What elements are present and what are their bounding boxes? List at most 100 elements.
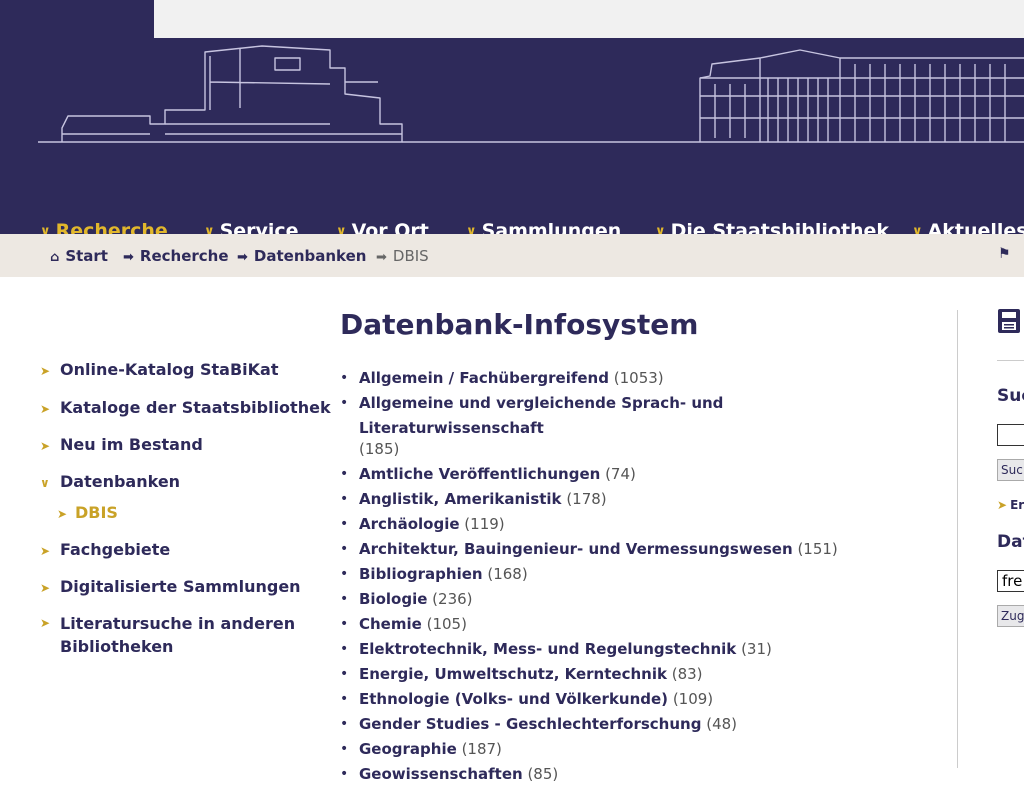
breadcrumb-label: DBIS <box>392 247 429 265</box>
breadcrumb-datenbanken[interactable]: ➡ Datenbanken <box>237 247 366 265</box>
sidebar-item-label: Fachgebiete <box>60 540 171 559</box>
chevron-right-icon: ➤ <box>40 581 51 595</box>
sidebar-item-label: Digitalisierte Sammlungen <box>60 577 301 596</box>
list-item: Allgemein / Fachübergreifend (1053) <box>340 366 900 391</box>
chevron-right-icon: ➤ <box>40 402 51 416</box>
subject-count: (187) <box>461 740 502 758</box>
chevron-down-icon: ∨ <box>655 224 666 234</box>
arrow-right-icon: ➡ <box>237 250 248 265</box>
sidebar-item-label: Datenbanken <box>60 472 181 491</box>
subject-link[interactable]: Anglistik, Amerikanistik <box>359 490 562 508</box>
sidebar-item-kataloge[interactable]: ➤ Kataloge der Staatsbibliothek <box>40 398 331 417</box>
extended-search-link[interactable]: ➤ Er <box>997 498 1024 512</box>
list-item: Allgemeine und vergleichende Sprach- und… <box>340 391 900 462</box>
building-illustration <box>38 45 1024 143</box>
chevron-down-icon: ∨ <box>912 224 923 234</box>
search-input[interactable] <box>997 424 1024 446</box>
sidebar-item-label: Neu im Bestand <box>60 435 203 454</box>
subject-count: (185) <box>359 440 400 458</box>
sidebar-subitem-label: DBIS <box>75 503 118 522</box>
subject-link[interactable]: Allgemein / Fachübergreifend <box>359 369 609 387</box>
breadcrumb-start[interactable]: ⌂ Start <box>50 247 108 265</box>
page-title: Datenbank-Infosystem <box>340 308 699 341</box>
list-item: Elektrotechnik, Mess- und Regelungstechn… <box>340 637 900 662</box>
subject-link[interactable]: Architektur, Bauingenieur- und Vermessun… <box>359 540 793 558</box>
search-button[interactable]: Suc <box>997 459 1024 481</box>
list-item: Amtliche Veröffentlichungen (74) <box>340 462 900 487</box>
sidebar-item-datenbanken[interactable]: ∨ Datenbanken <box>40 472 180 491</box>
subject-link[interactable]: Elektrotechnik, Mess- und Regelungstechn… <box>359 640 736 658</box>
sidebar-item-literatursuche[interactable]: ➤ Literatursuche in anderen Bibliotheken <box>40 612 310 658</box>
subject-link[interactable]: Archäologie <box>359 515 460 533</box>
subject-count: (168) <box>487 565 528 583</box>
sidebar-item-neu-im-bestand[interactable]: ➤ Neu im Bestand <box>40 435 203 454</box>
sidebar-item-online-katalog[interactable]: ➤ Online-Katalog StaBiKat <box>40 360 278 379</box>
subject-link[interactable]: Chemie <box>359 615 422 633</box>
nav-item-die-staatsbibliothek[interactable]: ∨ Die Staatsbibliothek <box>655 220 889 234</box>
breadcrumb-dbis: ➡ DBIS <box>376 247 429 265</box>
subject-link[interactable]: Gender Studies - Geschlechterforschung <box>359 715 701 733</box>
search-heading: Suc <box>997 386 1024 406</box>
subject-link[interactable]: Bibliographien <box>359 565 483 583</box>
breadcrumb-label: Start <box>65 247 108 265</box>
nav-item-recherche[interactable]: ∨ Recherche <box>40 220 168 234</box>
nav-item-label: Vor Ort <box>351 220 429 234</box>
nav-item-sammlungen[interactable]: ∨ Sammlungen <box>466 220 621 234</box>
list-item: Bibliographien (168) <box>340 562 900 587</box>
breadcrumb-label: Datenbanken <box>253 247 367 265</box>
subject-count: (236) <box>432 590 473 608</box>
subject-link[interactable]: Allgemeine und vergleichende Sprach- und… <box>359 394 723 437</box>
list-item: Geographie (187) <box>340 737 900 762</box>
list-item: Ethnologie (Volks- und Völkerkunde) (109… <box>340 687 900 712</box>
subject-link[interactable]: Energie, Umweltschutz, Kerntechnik <box>359 665 667 683</box>
breadcrumb-label: Recherche <box>139 247 229 265</box>
subject-list: Allgemein / Fachübergreifend (1053) Allg… <box>340 366 900 787</box>
header-banner: ∨ Recherche ∨ Service ∨ Vor Ort ∨ Sammlungen… <box>0 38 1024 234</box>
nav-item-aktuelles[interactable]: ∨ Aktuelles <box>912 220 1024 234</box>
sidebar-item-digitalisierte-sammlungen[interactable]: ➤ Digitalisierte Sammlungen <box>40 577 301 596</box>
nav-item-label: Aktuelles <box>927 220 1024 234</box>
chevron-down-icon: ∨ <box>40 476 50 490</box>
chevron-down-icon: ∨ <box>336 224 347 234</box>
list-item: Archäologie (119) <box>340 512 900 537</box>
list-item: Geowissenschaften (85) <box>340 762 900 787</box>
nav-item-label: Die Staatsbibliothek <box>670 220 890 234</box>
list-item: Gender Studies - Geschlechterforschung (… <box>340 712 900 737</box>
nav-item-label: Service <box>219 220 299 234</box>
subject-count: (105) <box>426 615 467 633</box>
subject-link[interactable]: Geographie <box>359 740 457 758</box>
nav-item-service[interactable]: ∨ Service <box>204 220 299 234</box>
chevron-down-icon: ∨ <box>204 224 215 234</box>
subject-count: (109) <box>672 690 714 708</box>
home-icon: ⌂ <box>50 250 60 265</box>
chevron-right-icon: ➤ <box>57 507 68 521</box>
subject-count: (83) <box>671 665 703 683</box>
subject-link[interactable]: Biologie <box>359 590 427 608</box>
subject-link[interactable]: Amtliche Veröffentlichungen <box>359 465 600 483</box>
top-bar <box>0 0 1024 38</box>
chevron-right-icon: ➤ <box>997 498 1008 512</box>
nav-item-label: Recherche <box>55 220 168 234</box>
subject-count: (48) <box>706 715 738 733</box>
top-bar-logo-area <box>0 0 154 38</box>
sidebar-item-fachgebiete[interactable]: ➤ Fachgebiete <box>40 540 170 559</box>
list-item: Architektur, Bauingenieur- und Vermessun… <box>340 537 900 562</box>
chevron-down-icon: ∨ <box>40 224 51 234</box>
print-icon[interactable] <box>997 308 1021 334</box>
sidebar-item-label: Literatursuche in anderen Bibliotheken <box>60 614 296 656</box>
subject-count: (1053) <box>613 369 664 387</box>
sidebar-subitem-dbis[interactable]: ➤ DBIS <box>57 503 118 522</box>
breadcrumb-recherche[interactable]: ➡ Recherche <box>123 247 229 265</box>
database-heading: Dat <box>997 532 1024 552</box>
nav-item-label: Sammlungen <box>481 220 622 234</box>
arrow-right-icon: ➡ <box>376 250 387 265</box>
right-panel-divider <box>997 360 1024 361</box>
subject-count: (74) <box>605 465 636 483</box>
subject-link[interactable]: Ethnologie (Volks- und Völkerkunde) <box>359 690 668 708</box>
access-button[interactable]: Zug <box>997 605 1024 627</box>
database-input[interactable] <box>997 570 1024 592</box>
nav-item-vor-ort[interactable]: ∨ Vor Ort <box>336 220 429 234</box>
subject-count: (31) <box>741 640 772 658</box>
flag-icon[interactable]: ⚑ <box>998 246 1011 262</box>
subject-count: (178) <box>566 490 607 508</box>
